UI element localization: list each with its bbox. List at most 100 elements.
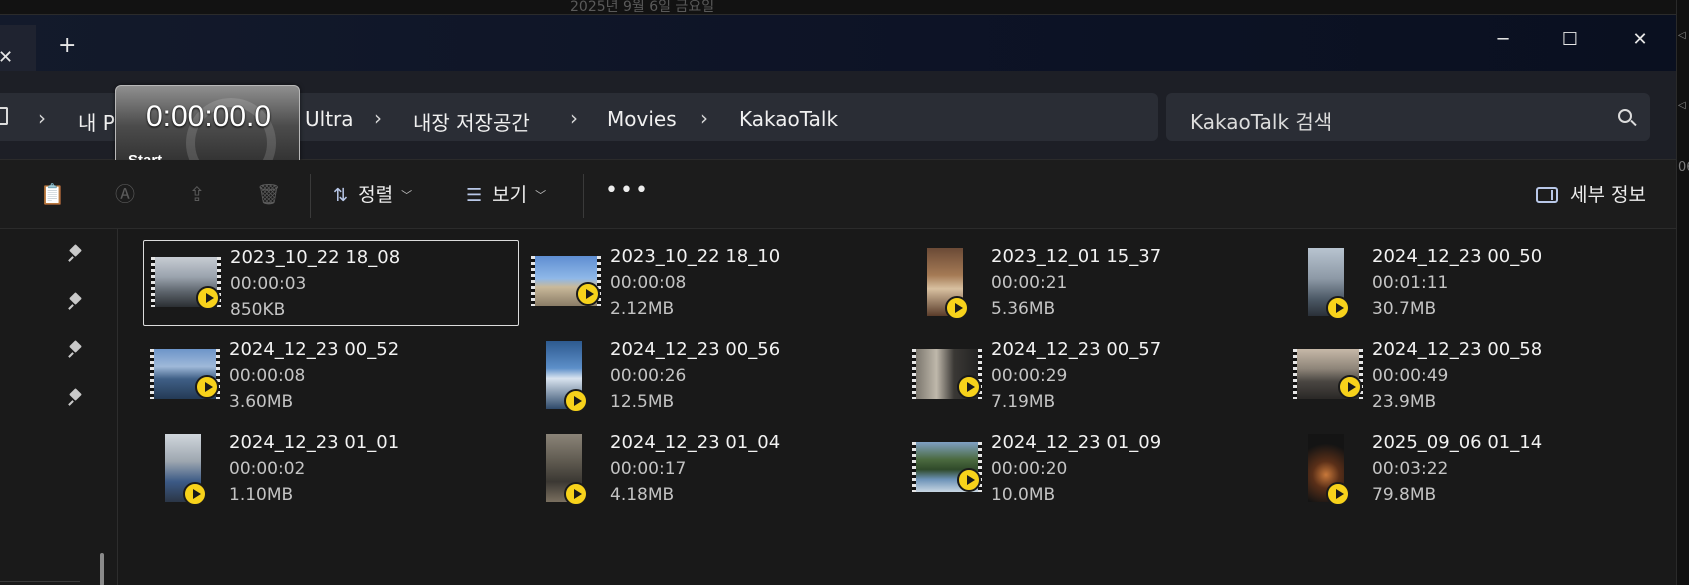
file-name: 2025_09_06 01_14 bbox=[1372, 432, 1543, 453]
file-duration: 00:00:21 bbox=[991, 273, 1068, 293]
file-name: 2023_12_01 15_37 bbox=[991, 246, 1162, 267]
file-item[interactable]: 2024_12_23 00_50 00:01:11 30.7MB bbox=[1286, 240, 1662, 326]
nav-scrollbar[interactable] bbox=[100, 553, 104, 585]
search-placeholder: KakaoTalk 검색 bbox=[1190, 110, 1333, 134]
breadcrumb-item-current[interactable]: KakaoTalk bbox=[739, 107, 838, 131]
share-icon[interactable]: ⇪ bbox=[185, 182, 209, 206]
paste-icon[interactable]: 📋 bbox=[40, 182, 65, 206]
file-size: 1.10MB bbox=[229, 485, 294, 505]
file-item[interactable]: 2025_09_06 01_14 00:03:22 79.8MB bbox=[1286, 426, 1662, 512]
breadcrumb-item[interactable]: Movies bbox=[607, 107, 677, 131]
breadcrumb-item[interactable]: 내 P bbox=[78, 107, 115, 136]
file-size: 7.19MB bbox=[991, 392, 1056, 412]
breadcrumb-chevron-icon[interactable]: › bbox=[700, 106, 708, 130]
file-item[interactable]: 2024_12_23 01_01 00:00:02 1.10MB bbox=[143, 426, 519, 512]
file-item[interactable]: 2023_12_01 15_37 00:00:21 5.36MB bbox=[905, 240, 1281, 326]
nav-divider bbox=[0, 581, 80, 582]
file-size: 4.18MB bbox=[610, 485, 675, 505]
desktop-background: 2025년 9월 6일 금요일 bbox=[0, 0, 1689, 14]
file-name: 2024_12_23 00_56 bbox=[610, 339, 781, 360]
file-duration: 00:00:49 bbox=[1372, 366, 1449, 386]
navigation-pane bbox=[0, 229, 118, 585]
file-name: 2024_12_23 00_50 bbox=[1372, 246, 1543, 267]
file-size: 2.12MB bbox=[610, 299, 675, 319]
breadcrumb-item[interactable]: Ultra bbox=[305, 107, 354, 131]
sort-icon: ⇅ bbox=[333, 185, 349, 206]
play-icon bbox=[1326, 482, 1350, 506]
file-list: 2023_10_22 18_08 00:00:03 850KB 2023_10_… bbox=[118, 229, 1676, 585]
play-icon bbox=[196, 286, 220, 310]
pin-icon[interactable] bbox=[68, 390, 82, 406]
title-bar: ✕ + ─ ☐ ✕ bbox=[0, 15, 1676, 71]
play-icon bbox=[564, 389, 588, 413]
rename-icon[interactable]: Ⓐ bbox=[113, 182, 137, 206]
file-duration: 00:00:03 bbox=[230, 274, 307, 294]
breadcrumb-chevron-icon[interactable]: › bbox=[38, 106, 46, 130]
file-name: 2024_12_23 01_01 bbox=[229, 432, 400, 453]
desktop-arrow-icon: ◁ bbox=[1678, 30, 1686, 41]
details-label: 세부 정보 bbox=[1570, 184, 1646, 206]
sort-label: 정렬 bbox=[358, 184, 394, 206]
chevron-down-icon: ﹀ bbox=[535, 189, 547, 202]
file-duration: 00:00:08 bbox=[229, 366, 306, 386]
file-size: 10.0MB bbox=[991, 485, 1056, 505]
details-pane-icon bbox=[1536, 187, 1559, 203]
sort-button[interactable]: ⇅ 정렬 ﹀ bbox=[333, 182, 412, 208]
view-button[interactable]: ☰ 보기 ﹀ bbox=[466, 182, 546, 208]
file-item[interactable]: 2024_12_23 01_04 00:00:17 4.18MB bbox=[524, 426, 900, 512]
file-duration: 00:00:02 bbox=[229, 459, 306, 479]
toolbar-divider bbox=[583, 174, 584, 218]
tab-current[interactable]: ✕ bbox=[0, 25, 36, 71]
file-item[interactable]: 2024_12_23 00_57 00:00:29 7.19MB bbox=[905, 333, 1281, 419]
file-item[interactable]: 2024_12_23 00_56 00:00:26 12.5MB bbox=[524, 333, 900, 419]
file-item[interactable]: 2024_12_23 00_52 00:00:08 3.60MB bbox=[143, 333, 519, 419]
file-name: 2024_12_23 00_58 bbox=[1372, 339, 1543, 360]
file-duration: 00:00:29 bbox=[991, 366, 1068, 386]
file-name: 2024_12_23 01_09 bbox=[991, 432, 1162, 453]
view-label: 보기 bbox=[492, 184, 528, 206]
file-duration: 00:03:22 bbox=[1372, 459, 1449, 479]
pc-icon[interactable] bbox=[0, 107, 8, 125]
toolbar-divider bbox=[310, 174, 311, 218]
file-item[interactable]: 2024_12_23 00_58 00:00:49 23.9MB bbox=[1286, 333, 1662, 419]
play-icon bbox=[945, 296, 969, 320]
desktop-arrow-icon: ◁ bbox=[1678, 100, 1686, 111]
tab-close-icon[interactable]: ✕ bbox=[0, 47, 13, 68]
file-name: 2024_12_23 00_52 bbox=[229, 339, 400, 360]
file-size: 79.8MB bbox=[1372, 485, 1437, 505]
file-item[interactable]: 2023_10_22 18_08 00:00:03 850KB bbox=[143, 240, 519, 326]
details-pane-button[interactable]: 세부 정보 bbox=[1536, 182, 1646, 208]
more-options-button[interactable]: ••• bbox=[605, 178, 650, 203]
breadcrumb-item[interactable]: 내장 저장공간 bbox=[413, 107, 530, 136]
search-input[interactable]: KakaoTalk 검색 bbox=[1166, 93, 1650, 141]
pin-icon[interactable] bbox=[68, 294, 82, 310]
search-icon[interactable] bbox=[1618, 109, 1632, 123]
play-icon bbox=[1326, 296, 1350, 320]
breadcrumb-chevron-icon[interactable]: › bbox=[570, 106, 578, 130]
maximize-button[interactable]: ☐ bbox=[1540, 23, 1600, 57]
pin-icon[interactable] bbox=[68, 246, 82, 262]
view-icon: ☰ bbox=[466, 185, 483, 206]
close-window-button[interactable]: ✕ bbox=[1610, 23, 1670, 57]
delete-icon[interactable]: 🗑 bbox=[256, 182, 281, 206]
file-name: 2024_12_23 01_04 bbox=[610, 432, 781, 453]
file-explorer-window: ✕ + ─ ☐ ✕ › 내 P Ultra › 내장 저장공간 › Movies… bbox=[0, 14, 1676, 585]
breadcrumb-chevron-icon[interactable]: › bbox=[374, 106, 382, 130]
file-name: 2023_10_22 18_10 bbox=[610, 246, 781, 267]
play-icon bbox=[195, 375, 219, 399]
file-name: 2023_10_22 18_08 bbox=[230, 247, 401, 268]
new-tab-button[interactable]: + bbox=[58, 35, 76, 57]
file-size: 30.7MB bbox=[1372, 299, 1437, 319]
desktop-date-text: 2025년 9월 6일 금요일 bbox=[570, 0, 715, 15]
command-bar: 📋 Ⓐ ⇪ 🗑 ⇅ 정렬 ﹀ ☰ 보기 ﹀ ••• 세부 정보 bbox=[0, 160, 1676, 229]
file-size: 5.36MB bbox=[991, 299, 1056, 319]
play-icon bbox=[183, 482, 207, 506]
minimize-button[interactable]: ─ bbox=[1473, 23, 1533, 57]
desktop-text-fragment: 06 bbox=[1678, 160, 1689, 175]
file-duration: 00:01:11 bbox=[1372, 273, 1449, 293]
file-item[interactable]: 2024_12_23 01_09 00:00:20 10.0MB bbox=[905, 426, 1281, 512]
file-name: 2024_12_23 00_57 bbox=[991, 339, 1162, 360]
desktop-right-edge: ◁ ◁ 06 bbox=[1676, 0, 1689, 585]
pin-icon[interactable] bbox=[68, 342, 82, 358]
file-item[interactable]: 2023_10_22 18_10 00:00:08 2.12MB bbox=[524, 240, 900, 326]
